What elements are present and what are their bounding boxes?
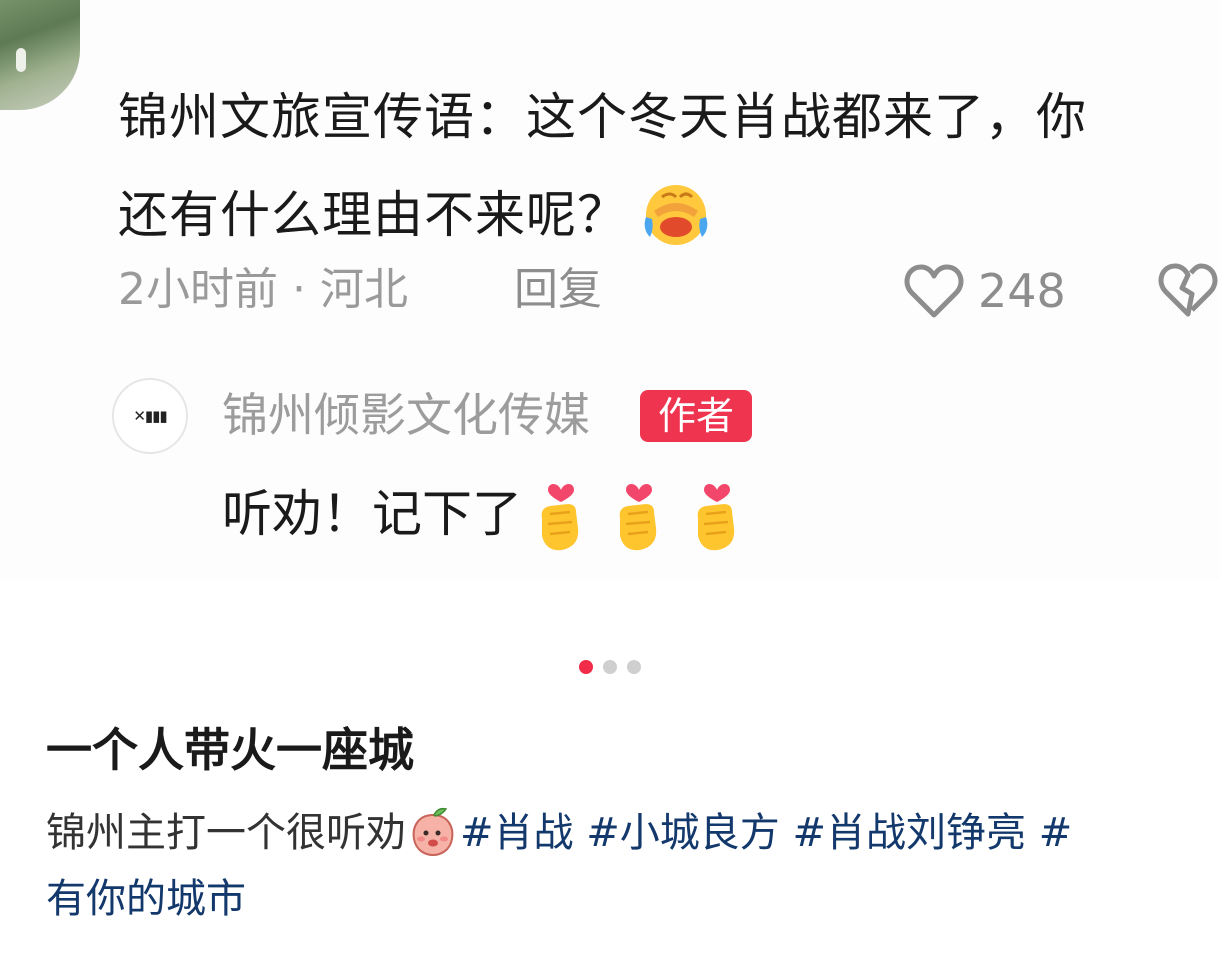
- heart-hands-group: [528, 474, 762, 554]
- heart-hands-icon: [541, 484, 579, 551]
- post-description: 锦州主打一个很听劝 #肖战 #小城良方 #肖战刘铮亮 # 有你的城市: [46, 800, 1186, 932]
- author-reply-content: 听劝！记下了: [222, 485, 522, 543]
- author-badge: 作者: [640, 390, 752, 442]
- avatar-figure: [16, 48, 26, 72]
- author-reply-text: 听劝！记下了: [222, 474, 762, 554]
- heart-outline-icon: [904, 264, 964, 318]
- author-logo-icon: ✕▮▮▮: [133, 407, 167, 425]
- comment-line-1: 锦州文旅宣传语：这个冬天肖战都来了，你: [118, 88, 1087, 146]
- like-count: 248: [978, 264, 1066, 318]
- commenter-avatar[interactable]: [0, 0, 80, 110]
- heart-hands-icon: [619, 484, 657, 551]
- post-page: 锦州文旅宣传语：这个冬天肖战都来了，你 还有什么理由不来呢？ 2小时前 · 河北…: [0, 0, 1220, 968]
- post-desc-line-2: 有你的城市: [46, 866, 1186, 932]
- carousel-dot-2[interactable]: [603, 660, 617, 674]
- hashtag-youni-prefix[interactable]: #: [1039, 810, 1073, 856]
- hashtag-xiaozhan[interactable]: #肖战: [460, 810, 574, 856]
- hashtag-youni-dechengshi[interactable]: 有你的城市: [46, 876, 246, 922]
- author-avatar[interactable]: ✕▮▮▮: [112, 378, 188, 454]
- hashtag-xiaozhan-liuzhengliang[interactable]: #肖战刘铮亮: [792, 810, 1026, 856]
- post-image[interactable]: 锦州文旅宣传语：这个冬天肖战都来了，你 还有什么理由不来呢？ 2小时前 · 河北…: [0, 0, 1220, 580]
- like-button[interactable]: 248: [904, 256, 1066, 326]
- laughing-crying-emoji-icon: [644, 184, 708, 245]
- carousel-dot-1[interactable]: [579, 660, 593, 674]
- post-desc-prefix: 锦州主打一个很听劝: [46, 810, 406, 856]
- comment-time-location: 2小时前 · 河北: [118, 264, 408, 315]
- heart-hands-icon: [697, 484, 735, 551]
- broken-heart-icon: [1158, 263, 1218, 317]
- carousel-dots: [0, 660, 1220, 676]
- peach-emoji-icon: [412, 807, 454, 857]
- post-desc-line-1: 锦州主打一个很听劝 #肖战 #小城良方 #肖战刘铮亮 #: [46, 800, 1186, 866]
- comment-line-2: 还有什么理由不来呢？: [118, 166, 1220, 264]
- dislike-button[interactable]: [1158, 262, 1218, 318]
- post-title: 一个人带火一座城: [46, 723, 414, 777]
- author-name[interactable]: 锦州倾影文化传媒: [222, 382, 590, 448]
- comment-meta: 2小时前 · 河北 回复: [118, 258, 602, 322]
- comment-text: 锦州文旅宣传语：这个冬天肖战都来了，你 还有什么理由不来呢？: [118, 68, 1220, 264]
- carousel-dot-3[interactable]: [627, 660, 641, 674]
- reply-button[interactable]: 回复: [514, 258, 602, 322]
- comment-line-2-text: 还有什么理由不来呢？: [118, 186, 628, 244]
- hashtag-xiaochengliangfang[interactable]: #小城良方: [586, 810, 780, 856]
